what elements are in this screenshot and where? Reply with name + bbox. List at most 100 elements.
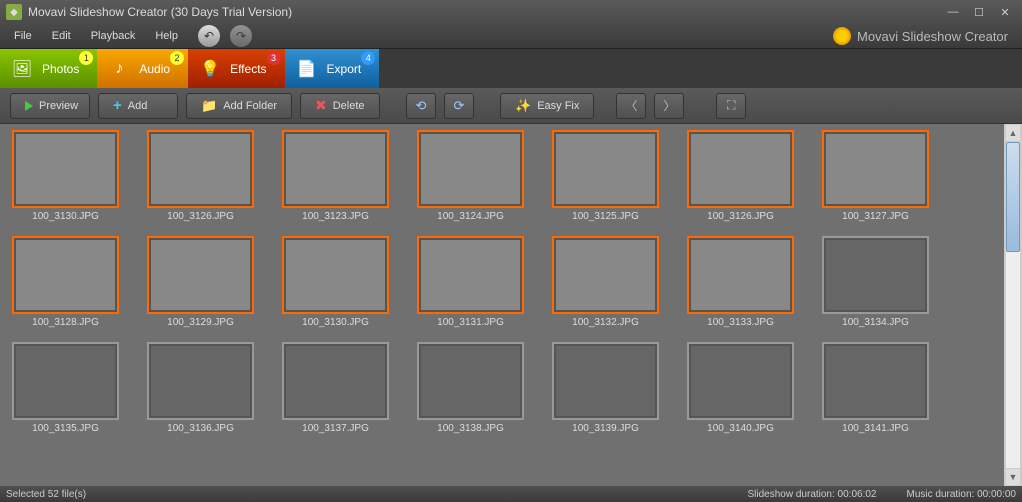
- tab-effects-badge: 3: [267, 51, 281, 65]
- rotate-right-icon: ⟳: [454, 98, 465, 114]
- rotate-right-button[interactable]: ⟳: [444, 93, 474, 119]
- thumbnail-label: 100_3129.JPG: [147, 317, 254, 328]
- thumbnail[interactable]: 100_3129.JPG: [147, 236, 254, 328]
- thumbnail-image: [421, 240, 520, 310]
- tab-photos[interactable]: 🖼 Photos 1: [0, 49, 97, 88]
- thumbnail-image: [16, 240, 115, 310]
- thumbnail[interactable]: 100_3140.JPG: [687, 342, 794, 434]
- scroll-thumb[interactable]: [1006, 142, 1020, 252]
- add-folder-button[interactable]: 📁 Add Folder: [186, 93, 292, 119]
- thumbnail[interactable]: 100_3141.JPG: [822, 342, 929, 434]
- thumbnail-label: 100_3123.JPG: [282, 211, 389, 222]
- next-button[interactable]: 〉: [654, 93, 684, 119]
- maximize-button[interactable]: ☐: [968, 4, 990, 20]
- thumbnail-image: [286, 346, 385, 416]
- thumbnail-image: [556, 346, 655, 416]
- rotate-left-button[interactable]: ⟲: [406, 93, 436, 119]
- thumbnail-label: 100_3136.JPG: [147, 423, 254, 434]
- thumbnail-label: 100_3130.JPG: [282, 317, 389, 328]
- thumbnail-image: [556, 134, 655, 204]
- thumbnail-label: 100_3134.JPG: [822, 317, 929, 328]
- thumbnail-image: [421, 134, 520, 204]
- effects-icon: 💡: [196, 55, 224, 83]
- titlebar: ◆ Movavi Slideshow Creator (30 Days Tria…: [0, 0, 1022, 24]
- thumbnail[interactable]: 100_3130.JPG: [282, 236, 389, 328]
- thumbnail-image: [286, 134, 385, 204]
- tab-audio-badge: 2: [170, 51, 184, 65]
- thumbnail-image: [151, 346, 250, 416]
- thumbnail-grid: 100_3130.JPG 100_3126.JPG 100_3123.JPG 100_…: [0, 124, 1004, 486]
- thumbnail-image: [286, 240, 385, 310]
- scroll-down-button[interactable]: ▼: [1006, 469, 1020, 485]
- fit-button[interactable]: ⛶: [716, 93, 746, 119]
- tab-export[interactable]: 📄 Export 4: [285, 49, 380, 88]
- thumbnail[interactable]: 100_3127.JPG: [822, 130, 929, 222]
- thumbnail-label: 100_3137.JPG: [282, 423, 389, 434]
- add-button[interactable]: + Add: [98, 93, 178, 119]
- audio-icon: ♪: [105, 55, 133, 83]
- thumbnail[interactable]: 100_3128.JPG: [12, 236, 119, 328]
- menu-help[interactable]: Help: [145, 27, 188, 45]
- plus-icon: +: [113, 97, 122, 114]
- delete-button[interactable]: ✖ Delete: [300, 93, 380, 119]
- toolbar: Preview + Add 📁 Add Folder ✖ Delete ⟲ ⟳ …: [0, 88, 1022, 124]
- folder-icon: 📁: [201, 98, 217, 114]
- rotate-left-icon: ⟲: [416, 98, 427, 114]
- easy-fix-label: Easy Fix: [537, 100, 579, 112]
- thumbnail-image: [826, 346, 925, 416]
- thumbnail-label: 100_3125.JPG: [552, 211, 659, 222]
- tab-effects[interactable]: 💡 Effects 3: [188, 49, 284, 88]
- thumbnail[interactable]: 100_3138.JPG: [417, 342, 524, 434]
- thumbnail-label: 100_3126.JPG: [147, 211, 254, 222]
- close-button[interactable]: ✕: [994, 4, 1016, 20]
- thumbnail[interactable]: 100_3126.JPG: [147, 130, 254, 222]
- thumbnail-image: [826, 240, 925, 310]
- tab-photos-label: Photos: [42, 62, 79, 76]
- thumbnail-image: [691, 240, 790, 310]
- minimize-button[interactable]: —: [942, 4, 964, 20]
- app-icon: ◆: [6, 4, 22, 20]
- thumbnail[interactable]: 100_3135.JPG: [12, 342, 119, 434]
- tab-audio-label: Audio: [139, 62, 170, 76]
- thumbnail-image: [16, 346, 115, 416]
- statusbar: Selected 52 file(s) Slideshow duration: …: [0, 486, 1022, 502]
- menu-edit[interactable]: Edit: [42, 27, 81, 45]
- add-folder-label: Add Folder: [223, 100, 277, 112]
- thumbnail-image: [691, 346, 790, 416]
- easy-fix-button[interactable]: ✨ Easy Fix: [500, 93, 594, 119]
- thumbnail-label: 100_3126.JPG: [687, 211, 794, 222]
- tab-audio[interactable]: ♪ Audio 2: [97, 49, 188, 88]
- thumbnail-label: 100_3138.JPG: [417, 423, 524, 434]
- thumbnail[interactable]: 100_3125.JPG: [552, 130, 659, 222]
- scroll-up-button[interactable]: ▲: [1006, 125, 1020, 141]
- thumbnail-image: [16, 134, 115, 204]
- thumbnail[interactable]: 100_3134.JPG: [822, 236, 929, 328]
- add-label: Add: [128, 100, 148, 112]
- delete-icon: ✖: [315, 97, 327, 114]
- thumbnail[interactable]: 100_3124.JPG: [417, 130, 524, 222]
- preview-button[interactable]: Preview: [10, 93, 90, 119]
- scrollbar[interactable]: ▲ ▼: [1004, 124, 1022, 486]
- redo-button[interactable]: ↷: [230, 25, 252, 47]
- brand-icon: [833, 27, 851, 45]
- wand-icon: ✨: [515, 98, 531, 114]
- thumbnail[interactable]: 100_3139.JPG: [552, 342, 659, 434]
- thumbnail-image: [151, 240, 250, 310]
- thumbnail[interactable]: 100_3136.JPG: [147, 342, 254, 434]
- thumbnail[interactable]: 100_3131.JPG: [417, 236, 524, 328]
- menu-playback[interactable]: Playback: [81, 27, 146, 45]
- thumbnail-label: 100_3128.JPG: [12, 317, 119, 328]
- thumbnail[interactable]: 100_3132.JPG: [552, 236, 659, 328]
- brand-label: Movavi Slideshow Creator: [833, 27, 1018, 45]
- thumbnail[interactable]: 100_3130.JPG: [12, 130, 119, 222]
- menu-file[interactable]: File: [4, 27, 42, 45]
- delete-label: Delete: [333, 100, 365, 112]
- thumbnail[interactable]: 100_3137.JPG: [282, 342, 389, 434]
- thumbnail[interactable]: 100_3126.JPG: [687, 130, 794, 222]
- prev-button[interactable]: 〈: [616, 93, 646, 119]
- thumbnail-image: [421, 346, 520, 416]
- thumbnail[interactable]: 100_3123.JPG: [282, 130, 389, 222]
- thumbnail[interactable]: 100_3133.JPG: [687, 236, 794, 328]
- undo-button[interactable]: ↶: [198, 25, 220, 47]
- tabbar: 🖼 Photos 1 ♪ Audio 2 💡 Effects 3 📄 Expor…: [0, 48, 1022, 88]
